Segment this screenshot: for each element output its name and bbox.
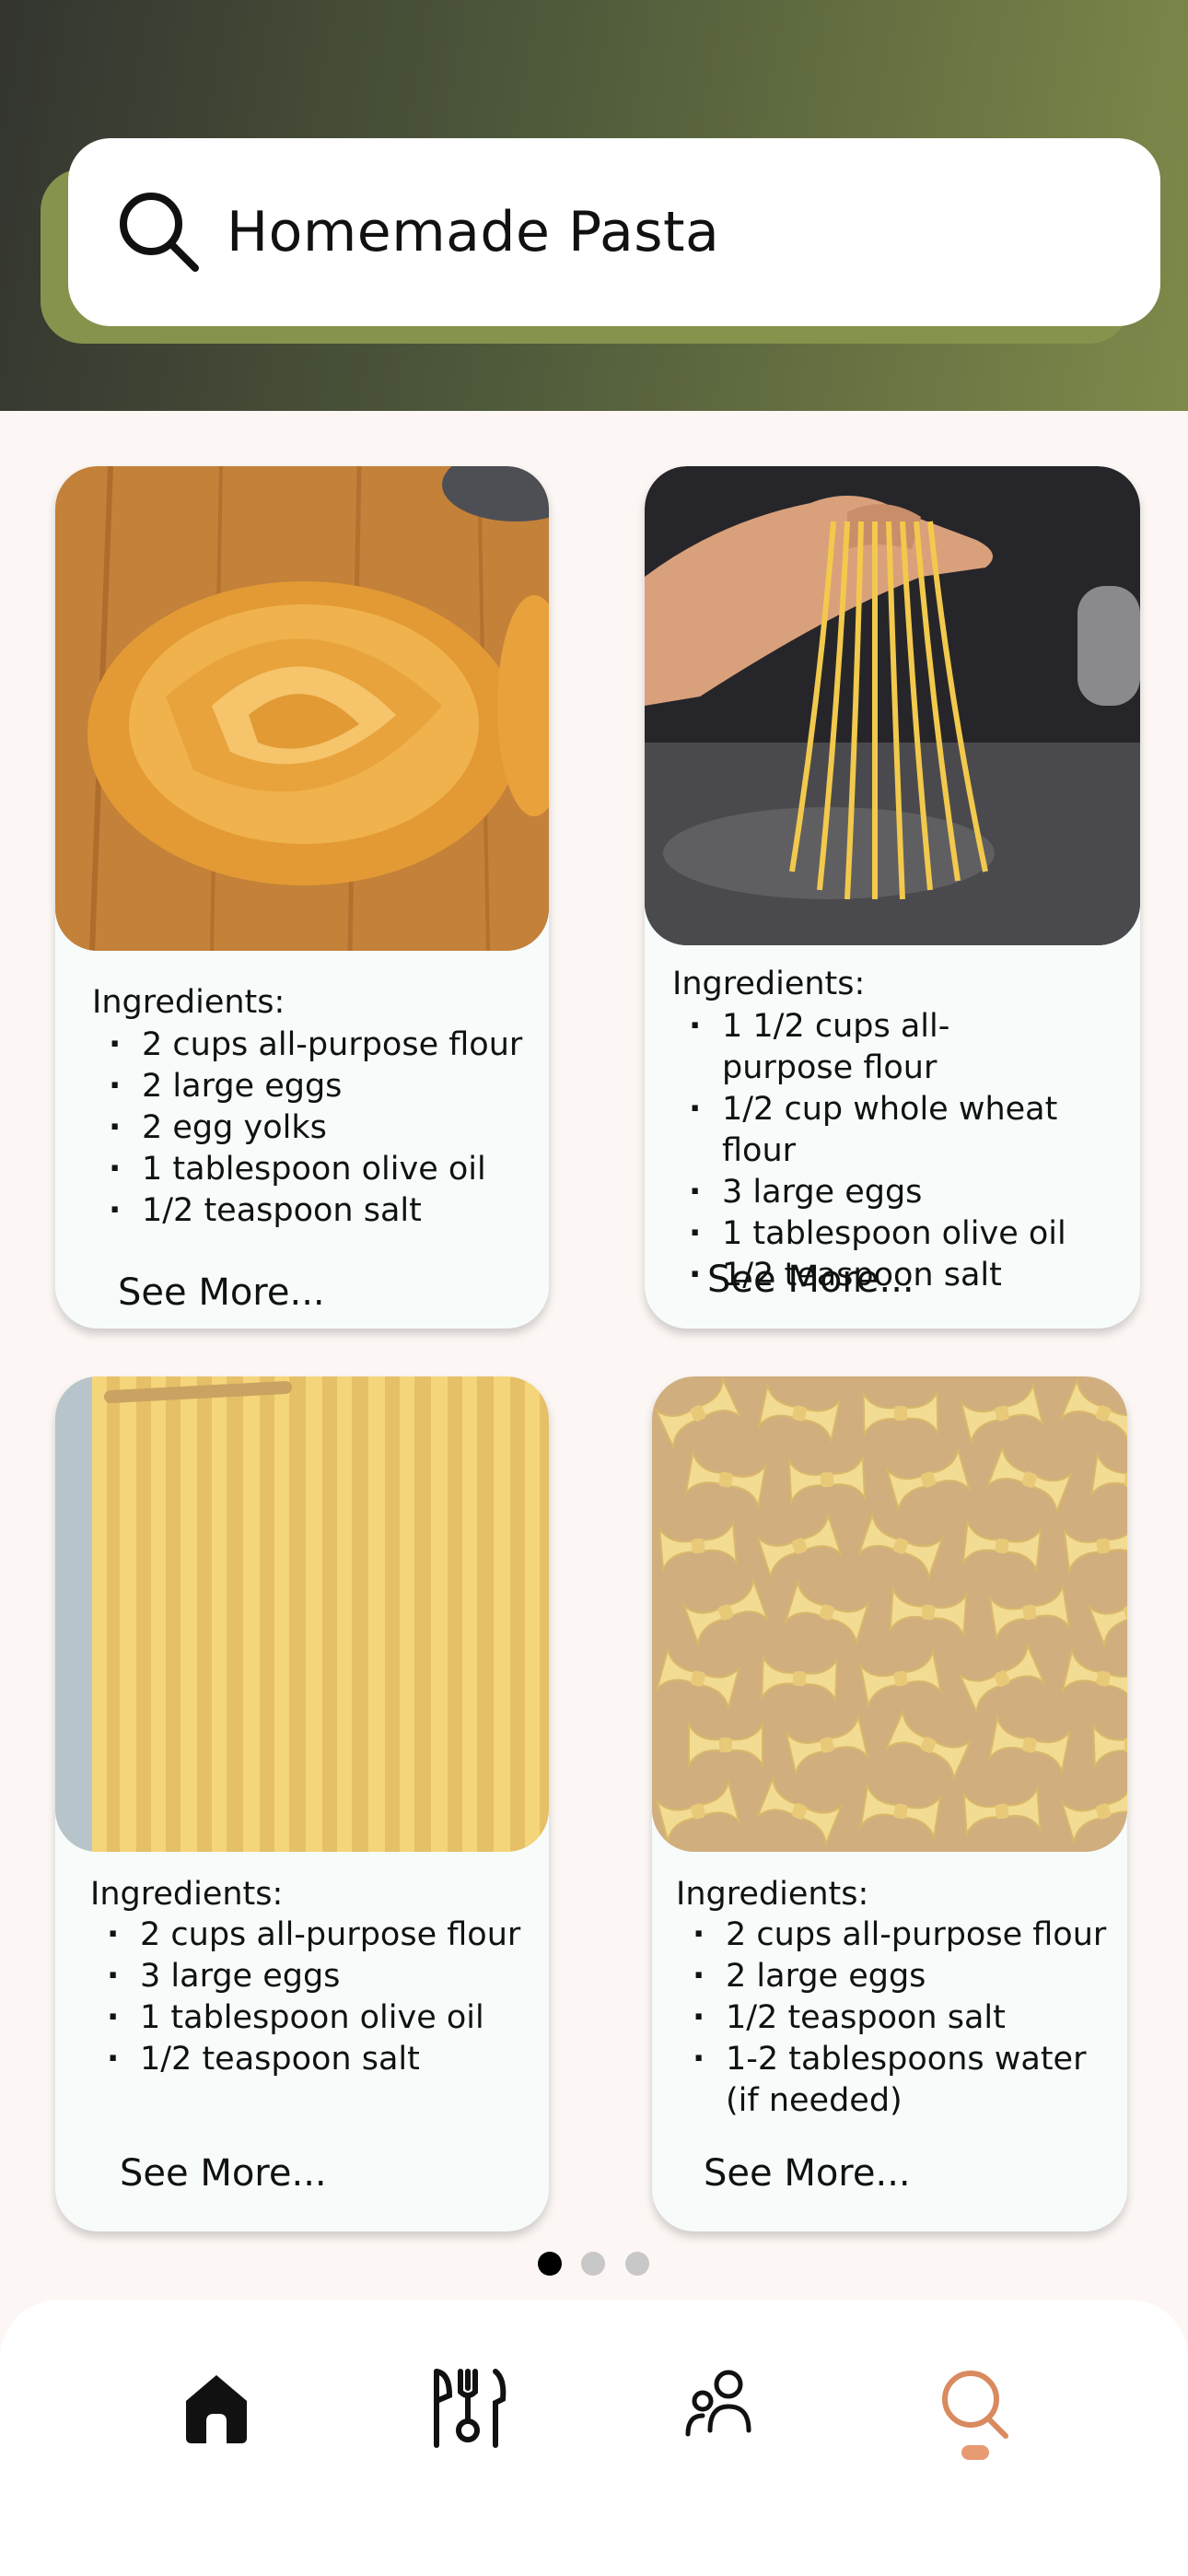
ingredients-heading: Ingredients: (92, 984, 285, 1021)
home-icon (186, 2375, 247, 2443)
page-dot[interactable] (581, 2252, 605, 2276)
page-dot[interactable] (625, 2252, 649, 2276)
spaghetti-in-hand-photo (645, 466, 1140, 945)
list-item: 2 egg yolks (92, 1107, 522, 1149)
ingredient-list: 1 1/2 cups all-purpose flour 1/2 cup who… (672, 1006, 1133, 1296)
recipe-card[interactable]: Ingredients: 1 1/2 cups all-purpose flou… (645, 466, 1140, 1329)
nav-recipes[interactable] (416, 2355, 518, 2456)
list-item: 2 cups all-purpose flour (92, 1025, 522, 1066)
farfalle-on-board-photo (652, 1376, 1127, 1852)
hanging-fettuccine-photo (55, 1376, 549, 1852)
search-icon (942, 2371, 1008, 2439)
list-item: 1 tablespoon olive oil (90, 1997, 520, 2039)
list-item: 1/2 cup whole wheat flour (672, 1089, 1133, 1172)
nav-search[interactable] (925, 2355, 1026, 2456)
recipe-card[interactable]: Ingredients: 2 cups all-purpose flour 3 … (55, 1376, 549, 2231)
list-item: 1/2 teaspoon salt (92, 1190, 522, 1232)
ingredients-heading: Ingredients: (676, 1876, 869, 1913)
page-dot[interactable] (538, 2252, 562, 2276)
list-item: 2 cups all-purpose flour (90, 1914, 520, 1956)
see-more-link[interactable]: See More... (704, 2150, 911, 2196)
tagliatelle-nest-photo (55, 466, 549, 951)
people-icon (685, 2370, 751, 2437)
list-item: 3 large eggs (90, 1956, 520, 1997)
list-item: 2 large eggs (92, 1066, 522, 1107)
nav-community[interactable] (670, 2355, 771, 2456)
bottom-nav (0, 2300, 1188, 2576)
list-item: 1/2 teaspoon salt (676, 1997, 1109, 2039)
search-icon (120, 193, 199, 272)
see-more-link[interactable]: See More... (118, 1270, 325, 1316)
ingredient-list: 2 cups all-purpose flour 2 large eggs 1/… (676, 1914, 1109, 2122)
active-tab-indicator (961, 2445, 989, 2460)
see-more-link[interactable]: See More... (707, 1257, 914, 1303)
see-more-link[interactable]: See More... (120, 2150, 327, 2196)
pagination-dots (534, 2252, 663, 2279)
ingredients-heading: Ingredients: (90, 1876, 284, 1913)
recipe-card[interactable]: Ingredients: 2 cups all-purpose flour 2 … (652, 1376, 1127, 2231)
list-item: 1 tablespoon olive oil (92, 1149, 522, 1190)
ingredient-list: 2 cups all-purpose flour 2 large eggs 2 … (92, 1025, 522, 1232)
search-input[interactable]: Homemade Pasta (227, 197, 719, 267)
ingredient-list: 2 cups all-purpose flour 3 large eggs 1 … (90, 1914, 520, 2080)
list-item: 3 large eggs (672, 1172, 1133, 1213)
ingredients-heading: Ingredients: (672, 966, 866, 1002)
list-item: 1 tablespoon olive oil (672, 1213, 1133, 1255)
utensils-icon (434, 2369, 507, 2448)
list-item: 1-2 tablespoons water (if needed) (676, 2039, 1109, 2122)
list-item: 2 large eggs (676, 1956, 1109, 1997)
list-item: 1 1/2 cups all-purpose flour (672, 1006, 1133, 1089)
nav-home[interactable] (166, 2355, 267, 2456)
search-bar[interactable]: Homemade Pasta (68, 138, 1160, 326)
recipe-card[interactable]: Ingredients: 2 cups all-purpose flour 2 … (55, 466, 549, 1329)
list-item: 2 cups all-purpose flour (676, 1914, 1109, 1956)
list-item: 1/2 teaspoon salt (90, 2039, 520, 2080)
